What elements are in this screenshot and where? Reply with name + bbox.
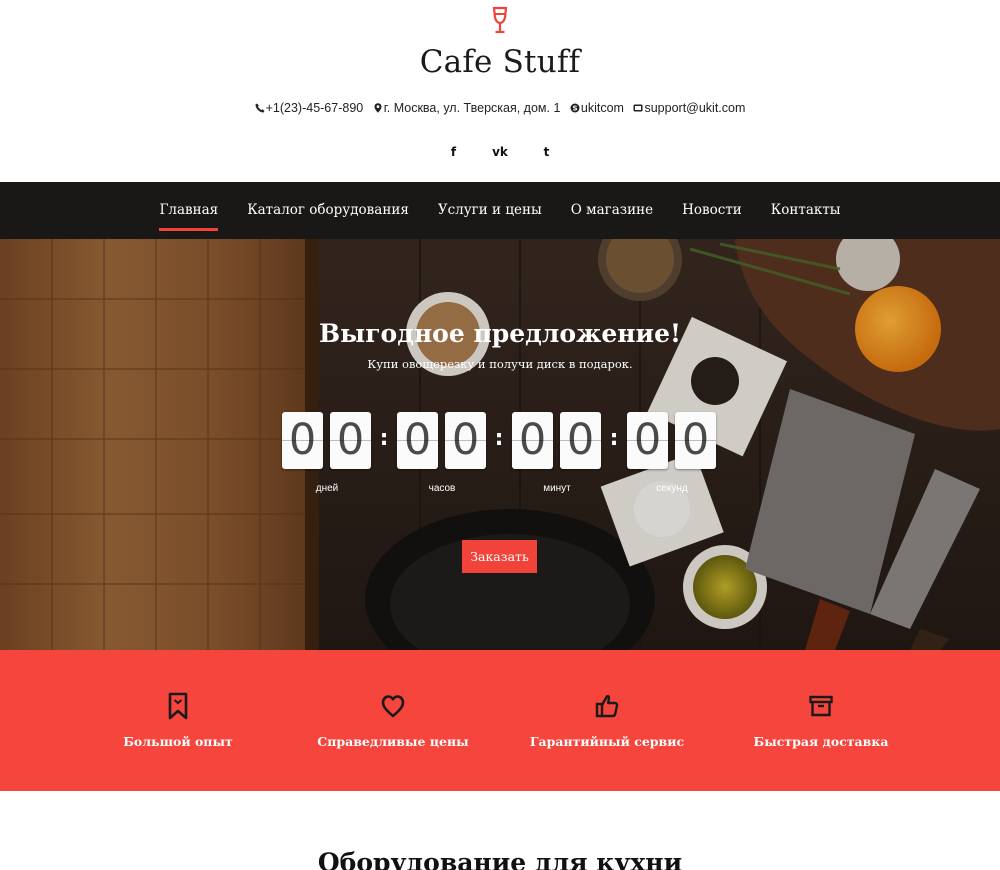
countdown-digit: 0 [560, 412, 601, 469]
countdown-separator: : [379, 426, 389, 451]
countdown-digit: 0 [512, 412, 553, 469]
countdown-digit: 0 [445, 412, 486, 469]
feature-label: Быстрая доставка [753, 734, 889, 749]
phone-text: +1(23)-45-67-890 [265, 101, 364, 115]
nav-item-about[interactable]: О магазине [571, 182, 653, 239]
countdown-label-hours: часов [428, 483, 456, 494]
countdown-label-seconds: секунд [656, 483, 688, 494]
feature-label: Гарантийный сервис [529, 734, 685, 749]
email-icon [633, 104, 643, 112]
feature-label: Справедливые цены [317, 734, 469, 749]
feature-warranty: Гарантийный сервис [500, 650, 714, 791]
svg-text:S: S [572, 105, 577, 113]
countdown-label-days: дней [315, 483, 339, 494]
hero-title: Выгодное предложение! [319, 319, 681, 348]
feature-label: Большой опыт [123, 734, 233, 749]
phone-contact[interactable]: +1(23)-45-67-890 [255, 101, 364, 115]
hero-banner: Выгодное предложение! Купи овощерезку и … [0, 239, 1000, 650]
nav-item-services[interactable]: Услуги и цены [438, 182, 542, 239]
section-title: Оборудование для кухни [317, 848, 683, 870]
skype-contact[interactable]: S ukitcom [570, 101, 624, 115]
email-contact[interactable]: support@ukit.com [633, 101, 745, 115]
nav-item-catalog[interactable]: Каталог оборудования [247, 182, 409, 239]
skype-icon: S [570, 103, 580, 113]
countdown-digit: 0 [330, 412, 371, 469]
nav-item-contacts[interactable]: Контакты [771, 182, 841, 239]
address-contact: г. Москва, ул. Тверская, дом. 1 [373, 101, 561, 115]
countdown-digit: 0 [282, 412, 323, 469]
order-button[interactable]: Заказать [462, 540, 537, 573]
countdown-label-minutes: минут [543, 483, 571, 494]
archive-box-icon [809, 695, 833, 717]
map-pin-icon [374, 103, 382, 113]
twitter-icon[interactable]: t [536, 142, 556, 162]
countdown-separator: : [609, 426, 619, 451]
feature-prices: Справедливые цены [286, 650, 500, 791]
feature-delivery: Быстрая доставка [714, 650, 928, 791]
countdown-timer: 0 0 : 0 0 : 0 0 : 0 0 [282, 412, 722, 472]
feature-experience: Большой опыт [71, 650, 285, 791]
countdown-separator: : [494, 426, 504, 451]
site-header: Cafe Stuff +1(23)-45-67-890 г. Москва, у… [0, 0, 1000, 182]
countdown-digit: 0 [397, 412, 438, 469]
contact-bar: +1(23)-45-67-890 г. Москва, ул. Тверская… [0, 101, 1000, 116]
address-text: г. Москва, ул. Тверская, дом. 1 [383, 101, 561, 115]
countdown-digit: 0 [627, 412, 668, 469]
countdown-digit: 0 [675, 412, 716, 469]
facebook-icon[interactable]: f [444, 142, 464, 162]
vk-icon[interactable]: vk [490, 142, 510, 162]
phone-icon [255, 103, 265, 113]
email-text: support@ukit.com [644, 101, 746, 115]
hero-subtitle: Купи овощерезку и получи диск в подарок. [367, 357, 633, 371]
bookmark-icon [168, 692, 188, 720]
nav-item-home[interactable]: Главная [159, 182, 218, 239]
heart-icon [381, 695, 405, 718]
brand-name[interactable]: Cafe Stuff [0, 44, 1000, 80]
skype-text: ukitcom [580, 101, 624, 115]
social-links: f vk t [0, 142, 1000, 162]
nav-item-news[interactable]: Новости [682, 182, 742, 239]
main-nav: Главная Каталог оборудования Услуги и це… [0, 182, 1000, 239]
thumbs-up-icon [595, 695, 619, 718]
wine-glass-icon [492, 6, 508, 34]
features-bar: Большой опыт Справедливые цены Гарантийн… [0, 650, 1000, 791]
